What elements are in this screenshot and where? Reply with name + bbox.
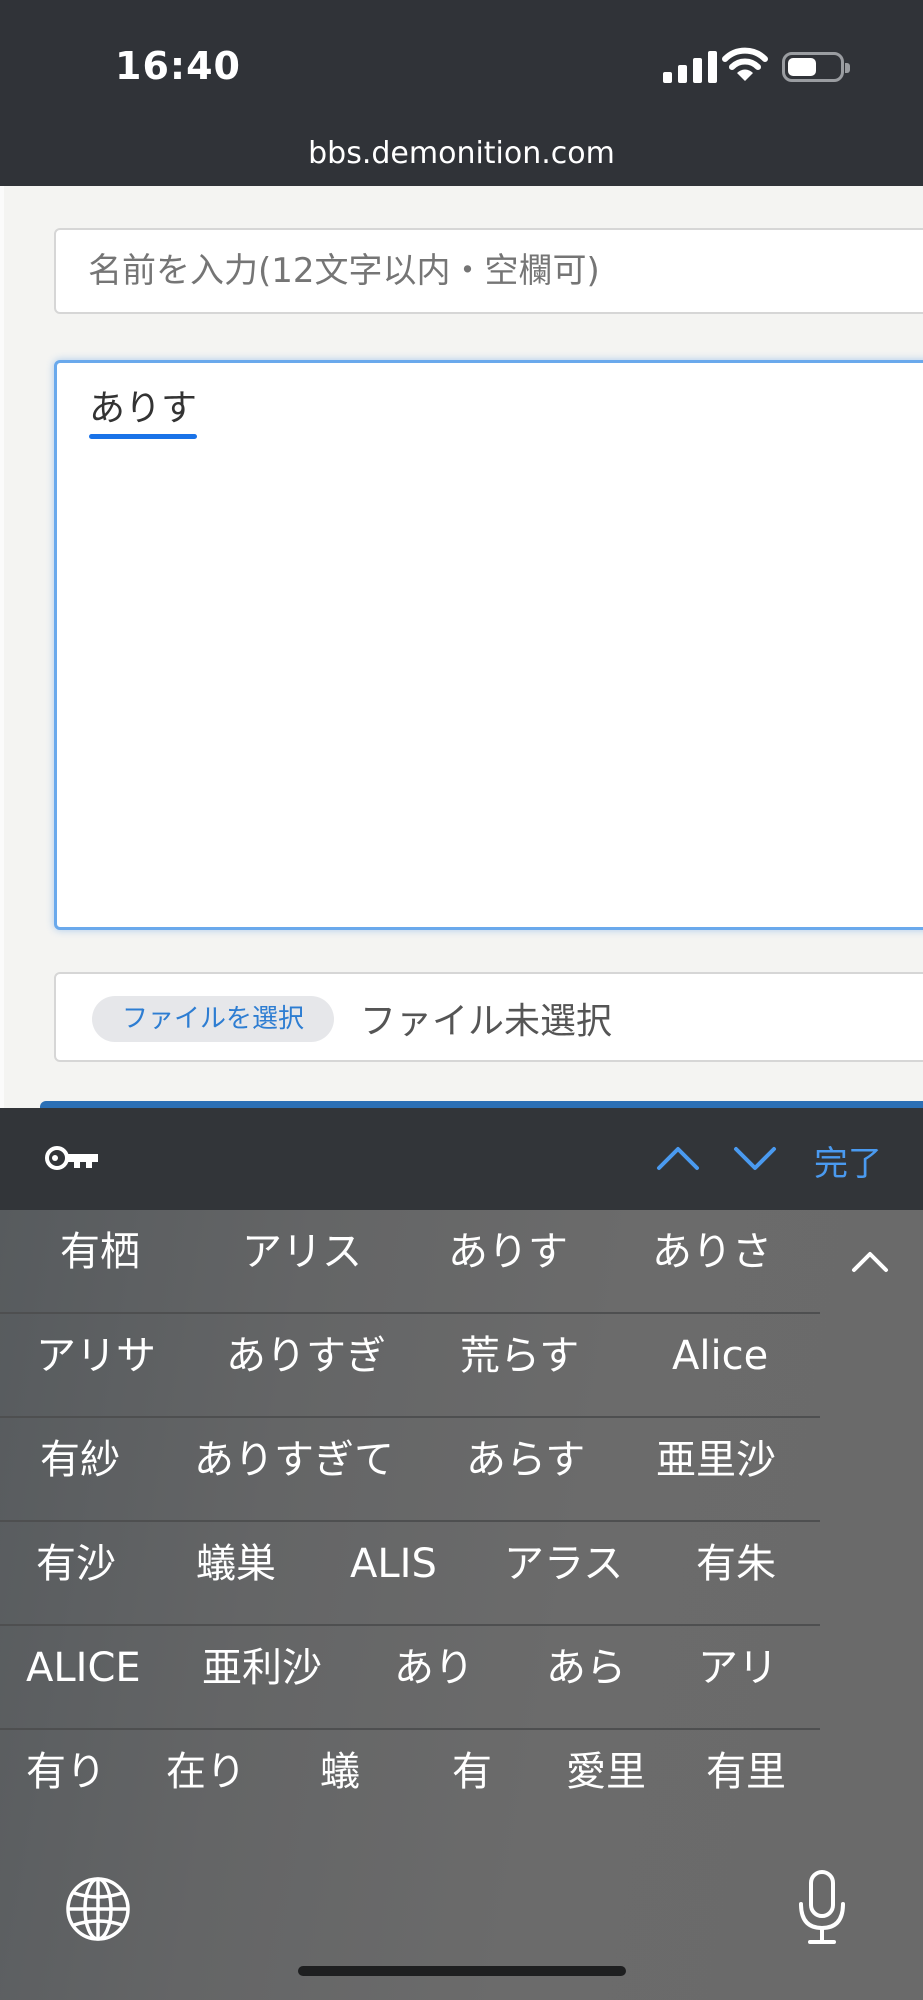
candidate-row: 有紗 ありすぎて あらす 亜里沙 [0, 1418, 820, 1522]
candidate-word[interactable]: 有り [26, 1730, 106, 1834]
message-composing-text: ありす [89, 379, 198, 439]
candidate-word[interactable]: 有里 [706, 1730, 786, 1834]
candidate-row: アリサ ありすぎ 荒らす Alice [0, 1314, 820, 1418]
candidate-row: ALICE 亜利沙 あり あら アリ [0, 1626, 820, 1730]
candidate-word[interactable]: ALIS [350, 1522, 437, 1626]
candidate-word[interactable]: 亜里沙 [656, 1418, 776, 1522]
status-bar: 16:40 [0, 0, 923, 130]
candidate-word[interactable]: 有紗 [40, 1418, 120, 1522]
candidate-word[interactable]: 有 [452, 1730, 492, 1834]
name-input[interactable] [54, 228, 923, 314]
choose-file-button[interactable]: ファイルを選択 [92, 996, 335, 1042]
keyboard-accessory-bar: 完了 [0, 1108, 923, 1210]
candidate-word[interactable]: 亜利沙 [202, 1626, 322, 1730]
candidate-word[interactable]: 蟻巣 [196, 1522, 276, 1626]
file-input: ファイルを選択 ファイル未選択 [54, 972, 923, 1062]
submit-button-edge[interactable] [40, 1101, 923, 1108]
candidate-word[interactable]: Alice [672, 1314, 768, 1418]
previous-field-chevron-up-icon[interactable] [655, 1138, 701, 1178]
composition-underline [89, 434, 198, 439]
battery-icon [782, 52, 850, 82]
candidate-word[interactable]: ありすぎ [226, 1314, 386, 1418]
candidate-word[interactable]: 荒らす [460, 1314, 579, 1418]
candidate-word[interactable]: 有栖 [60, 1210, 140, 1314]
message-text-value: ありす [89, 388, 198, 429]
keyboard-candidate-panel: 有栖 アリス ありす ありさ アリサ ありすぎ 荒らす Alice 有紗 ありす… [0, 1210, 923, 2000]
status-time: 16:40 [115, 44, 241, 88]
candidate-word[interactable]: アリサ [36, 1314, 156, 1418]
candidate-word[interactable]: 蟻 [320, 1730, 360, 1834]
candidate-word[interactable]: 有沙 [36, 1522, 116, 1626]
home-indicator[interactable] [298, 1966, 626, 1976]
candidate-word[interactable]: ありすぎて [194, 1418, 394, 1522]
address-bar[interactable]: bbs.demonition.com [0, 130, 923, 186]
candidate-word[interactable]: アリス [242, 1210, 362, 1314]
candidate-word[interactable]: あら [546, 1626, 626, 1730]
candidate-word[interactable]: アラス [504, 1522, 623, 1626]
candidate-word[interactable]: 有朱 [696, 1522, 776, 1626]
candidate-word[interactable]: ALICE [26, 1626, 141, 1730]
candidate-row: 有り 在り 蟻 有 愛里 有里 [0, 1730, 820, 1834]
candidate-row: 有栖 アリス ありす ありさ [0, 1210, 820, 1314]
candidate-row: 有沙 蟻巣 ALIS アラス 有朱 [0, 1522, 820, 1626]
candidate-word[interactable]: ありす [448, 1210, 568, 1314]
page-content: ありす ファイルを選択 ファイル未選択 [0, 186, 923, 1108]
wifi-icon [722, 47, 768, 81]
microphone-icon[interactable] [796, 1870, 848, 1946]
globe-icon[interactable] [64, 1875, 132, 1943]
candidate-word[interactable]: ありさ [652, 1210, 772, 1314]
done-button[interactable]: 完了 [814, 1136, 882, 1185]
collapse-candidates-chevron-up-icon[interactable] [850, 1246, 890, 1276]
url-text: bbs.demonition.com [308, 136, 615, 171]
candidate-word[interactable]: あり [394, 1626, 474, 1730]
message-textarea[interactable]: ありす [54, 360, 923, 930]
cellular-signal-icon [663, 51, 717, 83]
candidate-word[interactable]: あらす [466, 1418, 585, 1522]
file-status-text: ファイル未選択 [360, 1001, 613, 1042]
candidate-word[interactable]: 在り [166, 1730, 246, 1834]
candidate-word[interactable]: アリ [698, 1626, 778, 1730]
next-field-chevron-down-icon[interactable] [732, 1138, 778, 1178]
candidate-word[interactable]: 愛里 [566, 1730, 646, 1834]
password-key-icon[interactable] [44, 1142, 102, 1174]
